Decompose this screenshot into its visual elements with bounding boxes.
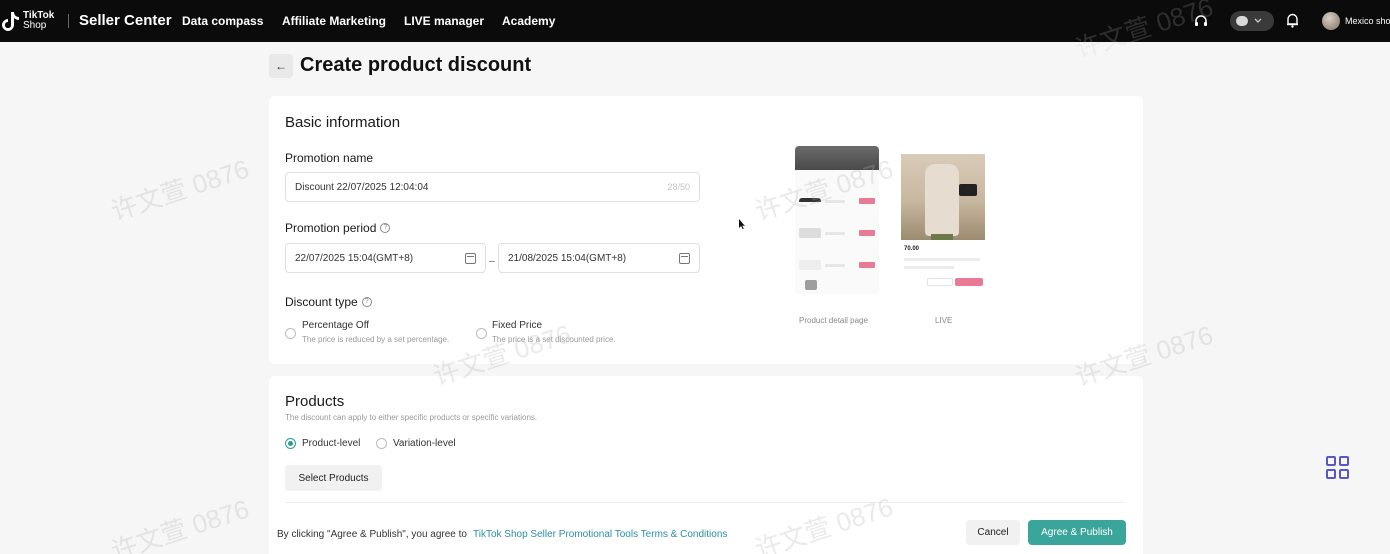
cancel-button[interactable]: Cancel <box>966 520 1020 545</box>
basic-information-card <box>269 96 1143 364</box>
product-detail-page-preview <box>795 146 879 294</box>
help-icon[interactable]: ? <box>361 297 372 307</box>
basic-information-title: Basic information <box>285 114 401 131</box>
headset-icon[interactable] <box>1194 14 1208 28</box>
chat-button[interactable] <box>1230 11 1274 31</box>
percentage-off-desc: The price is reduced by a set percentage… <box>302 335 450 344</box>
back-arrow-icon: ← <box>275 59 287 73</box>
top-navigation-bar: TikTok Shop Seller Center Data compass A… <box>0 0 1390 42</box>
agreement-text: By clicking "Agree & Publish", you agree… <box>277 529 467 540</box>
percentage-off-radio[interactable] <box>285 328 296 339</box>
variation-level-radio[interactable] <box>376 438 387 449</box>
products-title: Products <box>285 393 345 410</box>
nav-data-compass[interactable]: Data compass <box>182 14 263 28</box>
select-products-button[interactable]: Select Products <box>285 465 382 491</box>
page-title: Create product discount <box>300 54 532 76</box>
character-counter: 28/50 <box>667 182 690 192</box>
back-button[interactable]: ← <box>269 54 293 78</box>
watermark: 许文萱 0876 <box>107 153 253 227</box>
product-level-label[interactable]: Product-level <box>302 438 360 449</box>
seller-center-title[interactable]: Seller Center <box>79 12 172 29</box>
avatar[interactable] <box>1322 12 1340 30</box>
bell-icon[interactable] <box>1286 13 1299 28</box>
products-subtitle: The discount can apply to either specifi… <box>285 413 538 422</box>
fixed-price-desc: The price is a set discounted price. <box>492 335 616 344</box>
promotion-name-input[interactable]: Discount 22/07/2025 12:04:04 28/50 <box>285 172 700 202</box>
promotion-name-value: Discount 22/07/2025 12:04:04 <box>295 181 429 193</box>
variation-level-label[interactable]: Variation-level <box>393 438 456 449</box>
calendar-icon <box>465 253 476 264</box>
end-date-input[interactable]: 21/08/2025 15:04(GMT+8) <box>498 243 700 273</box>
divider <box>285 502 1125 503</box>
chevron-down-icon <box>1254 18 1262 23</box>
calendar-icon <box>679 253 690 264</box>
product-detail-page-caption: Product detail page <box>799 316 868 325</box>
live-price: 70.00 <box>904 246 920 252</box>
discount-type-label: Discount type ? <box>285 295 372 309</box>
live-caption: LIVE <box>935 316 953 325</box>
logo-divider <box>68 14 69 28</box>
apps-grid-icon[interactable] <box>1326 456 1349 479</box>
bag-thumbnail <box>805 280 817 290</box>
preview-product-row <box>799 256 875 274</box>
tiktok-logo-icon <box>2 12 19 31</box>
fixed-price-title[interactable]: Fixed Price <box>492 320 542 331</box>
product-level-radio[interactable] <box>285 438 296 449</box>
tiktok-shop-logo[interactable]: TikTok Shop <box>2 9 62 33</box>
live-buy-button <box>955 278 983 286</box>
nav-live-manager[interactable]: LIVE manager <box>404 14 484 28</box>
end-date-value: 21/08/2025 15:04(GMT+8) <box>508 252 627 264</box>
preview-product-row <box>799 224 875 242</box>
chat-icon <box>1236 16 1248 26</box>
nav-affiliate-marketing[interactable]: Affiliate Marketing <box>282 14 386 28</box>
fixed-price-radio[interactable] <box>476 328 487 339</box>
live-product-photo <box>901 154 985 240</box>
promotion-period-label: Promotion period ? <box>285 221 391 235</box>
logo-line-2: Shop <box>23 20 47 31</box>
shop-name[interactable]: Mexico shop <box>1345 16 1390 26</box>
terms-link[interactable]: TikTok Shop Seller Promotional Tools Ter… <box>473 529 727 540</box>
preview-product-row <box>799 192 875 210</box>
preview-header-image <box>795 146 879 170</box>
start-date-input[interactable]: 22/07/2025 15:04(GMT+8) <box>285 243 486 273</box>
watermark: 许文萱 0876 <box>107 493 253 554</box>
promotion-name-label: Promotion name <box>285 151 374 165</box>
percentage-off-title[interactable]: Percentage Off <box>302 320 369 331</box>
live-preview: 70.00 <box>901 146 985 294</box>
date-range-separator: – <box>489 256 495 267</box>
help-icon[interactable]: ? <box>380 223 391 233</box>
start-date-value: 22/07/2025 15:04(GMT+8) <box>295 252 414 264</box>
agree-publish-button[interactable]: Agree & Publish <box>1028 520 1126 545</box>
nav-academy[interactable]: Academy <box>502 14 555 28</box>
